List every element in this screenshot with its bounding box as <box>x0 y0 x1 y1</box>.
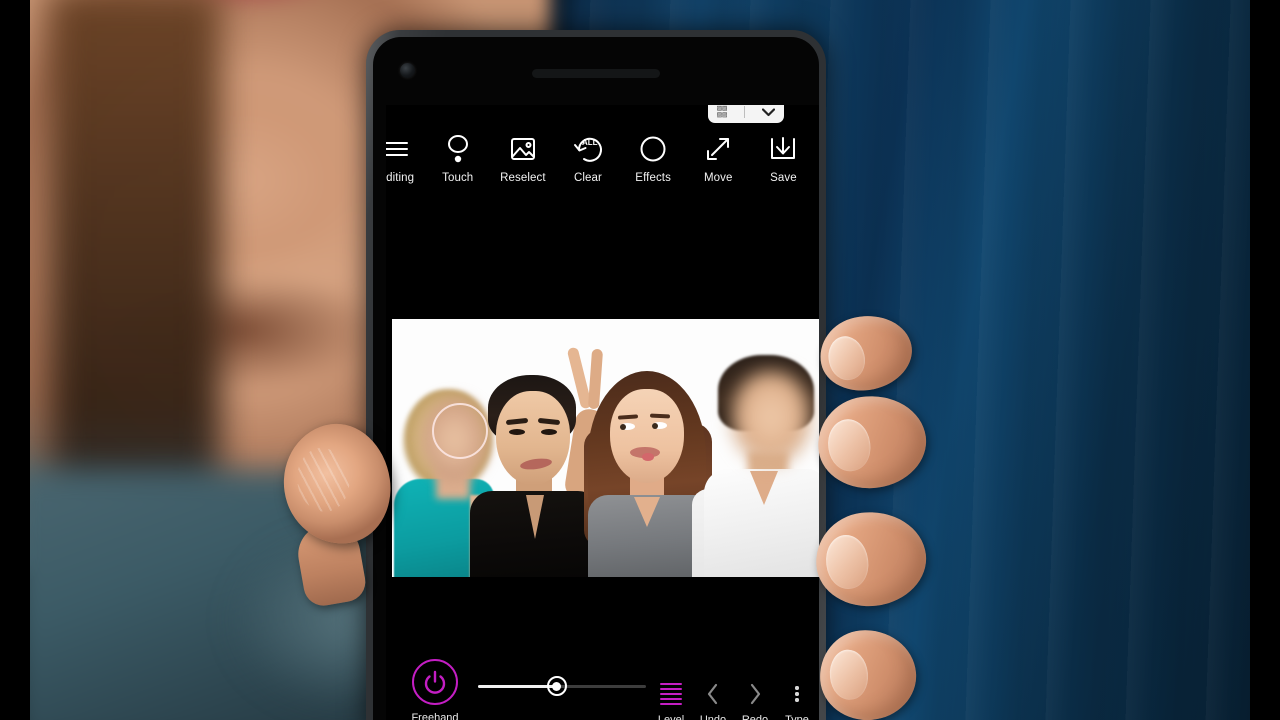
person-2-eye-left <box>509 429 525 435</box>
toolbar-label-effects: Effects <box>635 172 671 184</box>
screenshot-stage: ll editing Touch <box>0 0 1280 720</box>
front-camera-icon <box>400 63 415 78</box>
person-3-pupil-left <box>620 424 626 430</box>
toolbar-item-all-editing[interactable]: ll editing <box>386 133 425 184</box>
photo-canvas[interactable] <box>386 319 819 577</box>
popup-divider <box>744 106 746 118</box>
top-toolbar: ll editing Touch <box>386 133 819 211</box>
toolbar-item-save[interactable]: Save <box>751 133 816 184</box>
action-label-level: Level <box>657 714 685 720</box>
chevron-right-icon[interactable] <box>734 679 776 709</box>
circle-effects-icon[interactable] <box>638 133 668 165</box>
edited-photo[interactable] <box>392 319 819 577</box>
chevron-left-icon[interactable] <box>692 679 734 709</box>
smartphone-device: ll editing Touch <box>366 30 826 720</box>
blurred-hair-left <box>50 0 220 550</box>
toolbar-item-clear[interactable]: ALL Clear <box>555 133 620 184</box>
person-2-face <box>496 391 570 485</box>
toolbar-label-all-editing: ll editing <box>386 172 415 184</box>
hamburger-menu-icon[interactable] <box>386 133 410 165</box>
action-redo[interactable]: Redo <box>734 679 776 720</box>
phone-screen-area: ll editing Touch <box>373 37 819 720</box>
toolbar-label-touch: Touch <box>442 172 474 184</box>
circular-brush-cursor[interactable] <box>432 403 488 459</box>
person-2-eye-right <box>541 429 557 435</box>
toolbar-item-effects[interactable]: Effects <box>621 133 686 184</box>
move-diagonal-arrows-icon[interactable] <box>703 133 733 165</box>
letterbox-bar-right <box>1250 0 1280 720</box>
toolbar-item-move[interactable]: Move <box>686 133 751 184</box>
tiny-grid-icon[interactable]: ▨▨ ▨▨ <box>717 105 728 118</box>
toolbar-label-save: Save <box>770 172 797 184</box>
toolbar-item-touch[interactable]: Touch <box>425 133 490 184</box>
person-3-tongue <box>642 453 654 461</box>
bottom-toolbar: Freehand Level Undo Redo Type <box>386 654 819 720</box>
clear-all-arrow-icon[interactable]: ALL <box>572 133 604 165</box>
floating-popup-bar[interactable]: ▨▨ ▨▨ <box>708 105 784 123</box>
chevron-down-icon <box>762 107 776 116</box>
freehand-label: Freehand <box>411 712 459 720</box>
bottom-actions: Level Undo Redo Type <box>650 679 818 720</box>
power-button-icon[interactable] <box>412 659 458 705</box>
earpiece-speaker-icon <box>532 69 660 78</box>
touch-pointer-icon[interactable] <box>445 133 471 165</box>
app-screen: ll editing Touch <box>386 105 819 720</box>
person-4-blurred-face <box>732 371 810 463</box>
image-photo-icon[interactable] <box>509 133 537 165</box>
action-label-undo: Undo <box>699 714 727 720</box>
toolbar-label-move: Move <box>704 172 733 184</box>
action-label-redo: Redo <box>741 714 769 720</box>
slider-fill <box>478 685 557 688</box>
action-level[interactable]: Level <box>650 679 692 720</box>
person-3-pupil-right <box>652 423 658 429</box>
svg-text:ALL: ALL <box>582 138 598 147</box>
person-3-face <box>610 389 684 483</box>
toolbar-label-reselect: Reselect <box>500 172 546 184</box>
toolbar-item-reselect[interactable]: Reselect <box>490 133 555 184</box>
vertical-dots-icon[interactable] <box>776 679 818 709</box>
freehand-mode-button[interactable]: Freehand <box>398 659 472 720</box>
toolbar-label-clear: Clear <box>574 172 602 184</box>
letterbox-bar-left <box>0 0 30 720</box>
slider-thumb[interactable] <box>546 676 567 696</box>
action-undo[interactable]: Undo <box>692 679 734 720</box>
action-label-type: Type <box>785 714 809 720</box>
level-lines-icon[interactable] <box>650 679 692 709</box>
download-save-icon[interactable] <box>768 133 798 165</box>
action-type[interactable]: Type <box>776 679 818 720</box>
brush-size-slider[interactable] <box>478 676 646 696</box>
peace-finger-2 <box>587 348 604 410</box>
